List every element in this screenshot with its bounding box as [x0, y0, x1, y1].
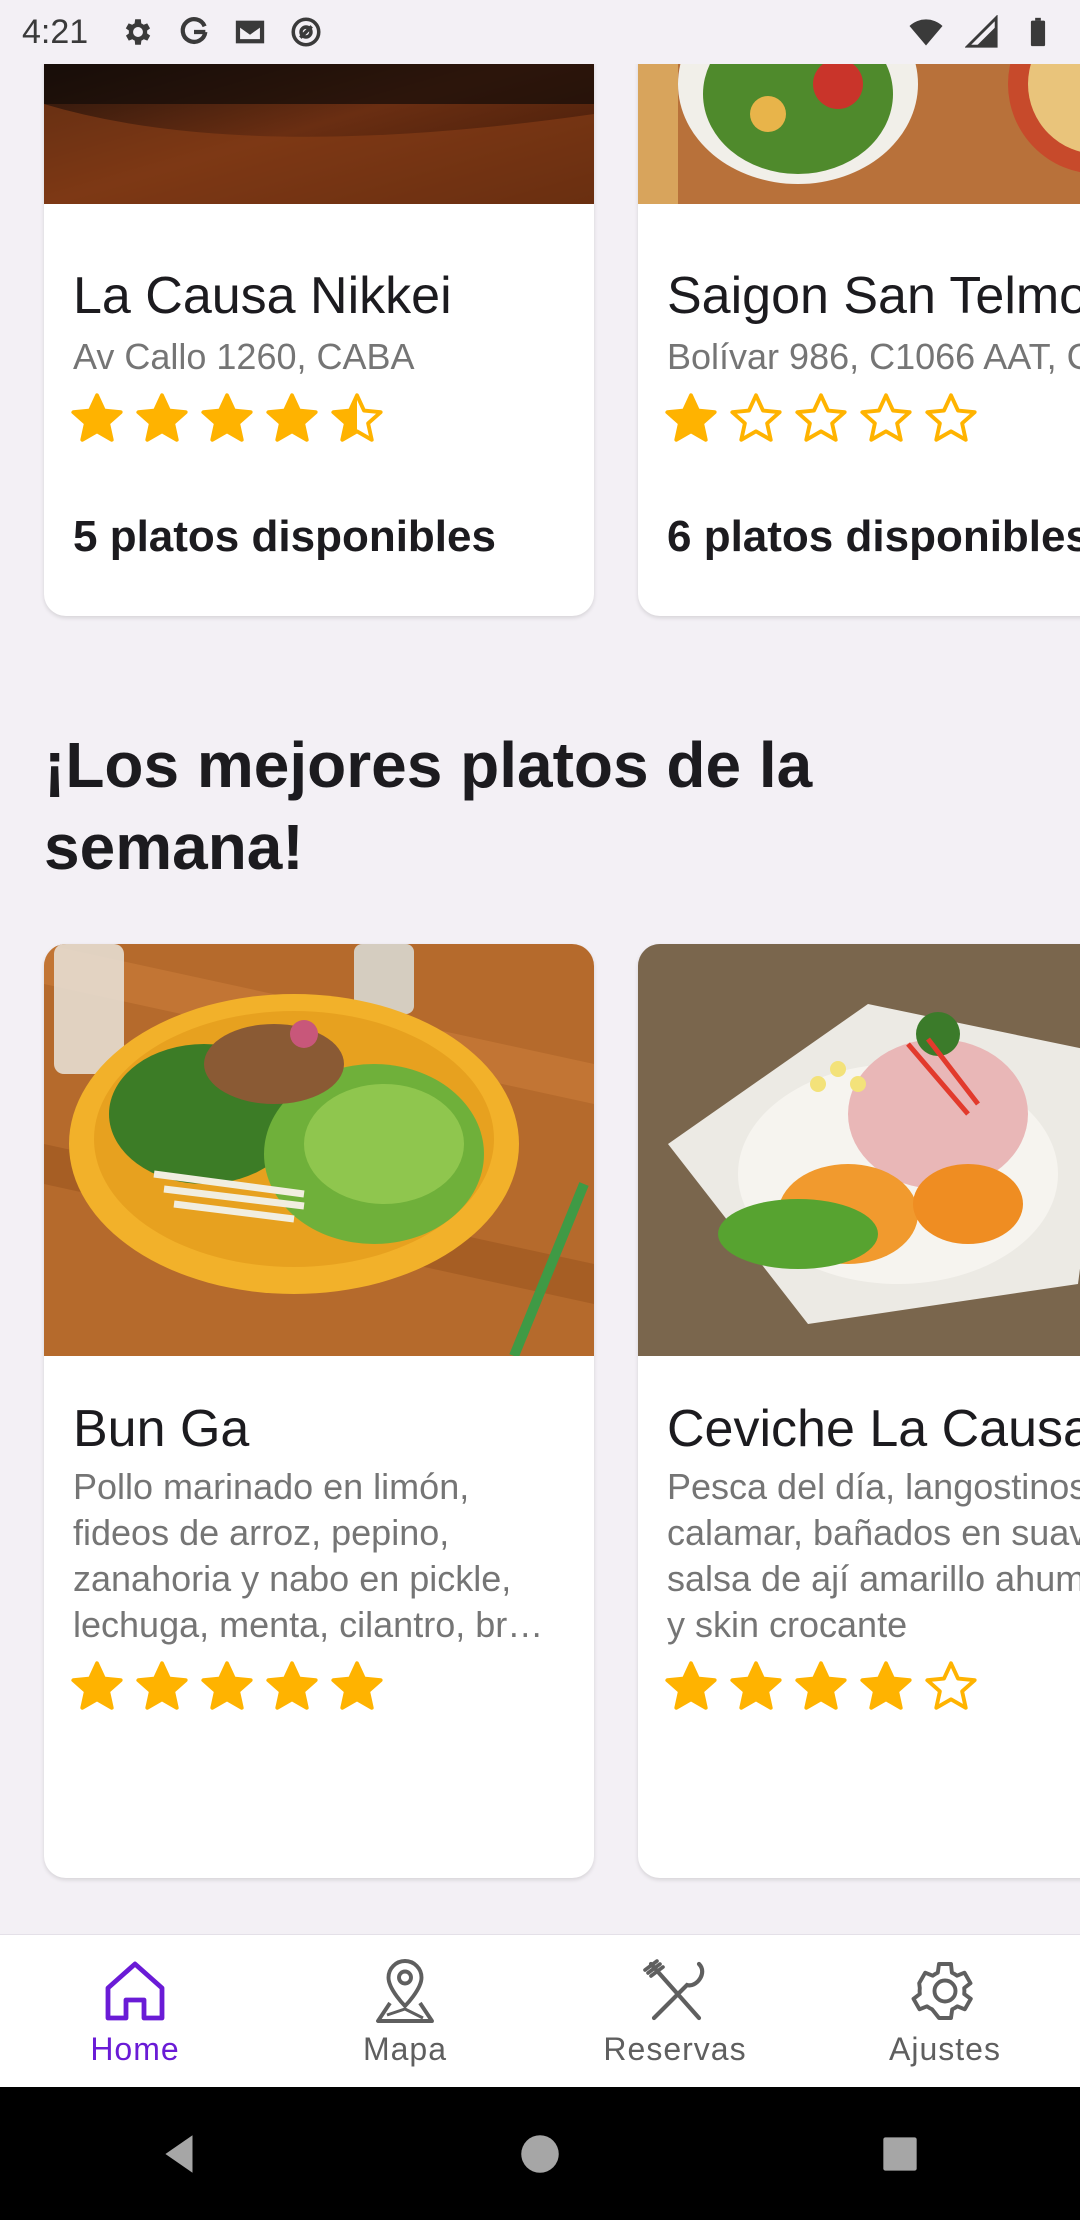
nav-mapa[interactable]: Mapa	[270, 1935, 540, 2088]
nav-ajustes-label: Ajustes	[889, 2031, 1001, 2067]
dish-image	[44, 944, 594, 1356]
back-icon[interactable]	[155, 2129, 205, 2179]
rating-stars	[68, 390, 386, 448]
star-empty-icon	[730, 393, 782, 442]
rating-stars	[68, 1658, 386, 1716]
star-full-icon	[136, 393, 188, 442]
utensils-icon	[643, 1959, 705, 2021]
restaurant-address: Av Callo 1260, CABA	[73, 336, 415, 377]
gear-icon	[911, 1962, 973, 2020]
recents-icon[interactable]	[875, 2129, 925, 2179]
dishes-available: 5 platos disponibles	[73, 512, 496, 561]
dish-image	[638, 944, 1080, 1356]
star-empty-icon	[925, 393, 977, 442]
dish-description: Pollo marinado en limón, fideos de arroz…	[73, 1466, 544, 1645]
nav-reservas-label: Reservas	[603, 2031, 747, 2067]
gmail-icon	[230, 12, 270, 52]
star-full-icon	[331, 1661, 383, 1710]
map-pin-icon	[376, 1959, 434, 2023]
wifi-icon	[906, 12, 946, 52]
dish-card[interactable]: Ceviche La Causa Pesca del día, langosti…	[638, 944, 1080, 1878]
star-full-icon	[665, 1661, 717, 1710]
rating-stars	[662, 1658, 980, 1716]
google-icon	[174, 12, 214, 52]
star-full-icon	[266, 393, 318, 442]
system-navigation-bar	[0, 2087, 1080, 2220]
nav-mapa-label: Mapa	[362, 2031, 448, 2067]
section-title: ¡Los mejores platos de la semana!	[44, 729, 813, 883]
status-bar: 4:21	[0, 0, 1080, 64]
home-circle-icon[interactable]	[515, 2129, 565, 2179]
dish-name: Ceviche La Causa	[667, 1400, 1080, 1458]
bottom-navigation: Home Mapa Reservas Ajustes	[0, 1934, 1080, 2088]
battery-icon	[1018, 12, 1058, 52]
restaurant-image	[638, 64, 1080, 204]
star-full-icon	[665, 393, 717, 442]
restaurant-address: Bolívar 986, C1066 AAT, CABA	[667, 336, 1080, 377]
restaurant-card[interactable]: Saigon San Telmo Bolívar 986, C1066 AAT,…	[638, 64, 1080, 616]
nav-home[interactable]: Home	[0, 1935, 270, 2088]
at-sign-icon	[286, 12, 326, 52]
dishes-available: 6 platos disponibles	[667, 512, 1080, 561]
rating-stars	[662, 390, 980, 448]
signal-icon	[962, 12, 1002, 52]
star-full-icon	[71, 1661, 123, 1710]
home-scroll-content[interactable]: La Causa Nikkei Av Callo 1260, CABA 5 pl…	[0, 64, 1080, 1934]
nav-home-label: Home	[90, 2031, 180, 2067]
star-half-icon	[331, 393, 383, 442]
star-empty-icon	[925, 1661, 977, 1710]
star-empty-icon	[860, 393, 912, 442]
star-full-icon	[136, 1661, 188, 1710]
nav-ajustes[interactable]: Ajustes	[810, 1935, 1080, 2088]
dish-description: Pesca del día, langostinos y calamar, ba…	[667, 1466, 1080, 1645]
star-full-icon	[730, 1661, 782, 1710]
restaurant-name: La Causa Nikkei	[73, 267, 452, 325]
dish-card[interactable]: Bun Ga Pollo marinado en limón, fideos d…	[44, 944, 594, 1878]
star-empty-icon	[795, 393, 847, 442]
star-full-icon	[71, 393, 123, 442]
star-full-icon	[860, 1661, 912, 1710]
restaurant-card[interactable]: La Causa Nikkei Av Callo 1260, CABA 5 pl…	[44, 64, 594, 616]
nav-reservas[interactable]: Reservas	[540, 1935, 810, 2088]
settings-icon	[118, 12, 158, 52]
status-time: 4:21	[22, 12, 89, 51]
star-full-icon	[795, 1661, 847, 1710]
star-full-icon	[201, 393, 253, 442]
home-icon	[105, 1961, 165, 2021]
star-full-icon	[201, 1661, 253, 1710]
restaurant-image	[44, 64, 594, 204]
dish-name: Bun Ga	[73, 1400, 250, 1458]
star-full-icon	[266, 1661, 318, 1710]
restaurant-name: Saigon San Telmo	[667, 267, 1080, 325]
